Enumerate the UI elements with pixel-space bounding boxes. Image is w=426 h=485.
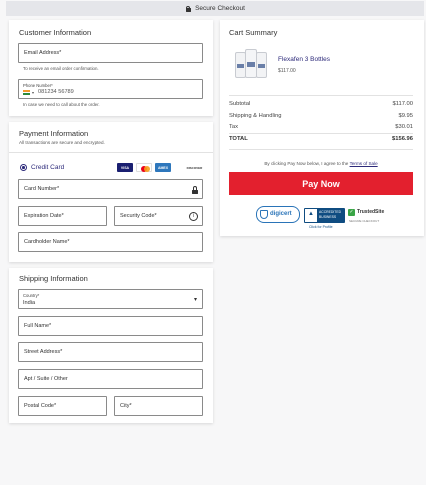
payment-info-title: Payment Information bbox=[19, 129, 89, 138]
product-image bbox=[231, 44, 271, 84]
phone-helper: In case we need to call about the order. bbox=[23, 102, 100, 107]
phone-placeholder: 081234 56789 bbox=[38, 89, 74, 95]
trustedsite-badge[interactable]: ✓ TrustedSite SECURE CHECKOUT bbox=[348, 209, 388, 224]
info-icon[interactable]: i bbox=[189, 212, 198, 221]
digicert-badge[interactable]: digicert bbox=[256, 206, 300, 223]
postal-code-label: Postal Code* bbox=[24, 403, 57, 409]
lock-icon bbox=[185, 5, 191, 12]
payment-info-subtitle: All transactions are secure and encrypte… bbox=[19, 140, 105, 145]
full-name-field[interactable]: Full Name* bbox=[18, 316, 203, 336]
credit-card-radio[interactable] bbox=[20, 164, 27, 171]
cart-summary-title: Cart Summary bbox=[229, 28, 278, 37]
street-address-field[interactable]: Street Address* bbox=[18, 342, 203, 362]
street-address-label: Street Address* bbox=[24, 349, 63, 355]
apt-suite-field[interactable]: Apt / Suite / Other bbox=[18, 369, 203, 389]
email-label: Email Address* bbox=[24, 50, 62, 56]
product-price: $117.00 bbox=[278, 68, 296, 74]
pay-now-button[interactable]: Pay Now bbox=[229, 172, 413, 195]
cardholder-name-label: Cardholder Name* bbox=[24, 239, 70, 245]
summary-divider-top bbox=[229, 95, 413, 96]
security-code-field[interactable]: Security Code* i bbox=[114, 206, 203, 226]
customer-info-title: Customer Information bbox=[19, 28, 92, 37]
country-select[interactable]: Country* India ▾ bbox=[18, 289, 203, 309]
bbb-logo-icon: ▲ bbox=[305, 209, 317, 222]
expiration-date-label: Expiration Date* bbox=[24, 213, 64, 219]
shipping-info-title: Shipping Information bbox=[19, 274, 88, 283]
terms-of-sale-link[interactable]: Terms of Sale bbox=[350, 161, 378, 166]
city-field[interactable]: City* bbox=[114, 396, 203, 416]
country-value: India bbox=[23, 300, 36, 306]
visa-icon: VISA bbox=[117, 163, 133, 172]
customer-info-card: Customer Information Email Address* To r… bbox=[9, 20, 213, 116]
phone-label: Phone Number* bbox=[23, 83, 53, 88]
discover-icon: DISCOVER bbox=[186, 163, 203, 172]
city-label: City* bbox=[120, 403, 132, 409]
summary-divider-total bbox=[229, 133, 413, 134]
mastercard-icon bbox=[136, 163, 152, 172]
email-helper: To receive an email order confirmation. bbox=[23, 66, 99, 71]
summary-divider-bottom bbox=[229, 149, 413, 150]
card-number-field[interactable]: Card Number* bbox=[18, 179, 203, 199]
security-code-label: Security Code* bbox=[120, 213, 157, 219]
cardholder-name-field[interactable]: Cardholder Name* bbox=[18, 232, 203, 252]
checkmark-icon: ✓ bbox=[348, 209, 355, 216]
secure-checkout-bar: Secure Checkout bbox=[6, 1, 424, 16]
shield-icon bbox=[260, 210, 268, 219]
full-name-label: Full Name* bbox=[24, 323, 52, 329]
email-field[interactable]: Email Address* bbox=[18, 43, 203, 63]
bbb-badge[interactable]: ▲ ACCREDITED BUSINESS bbox=[304, 208, 345, 223]
lock-icon bbox=[191, 186, 198, 194]
terms-text: By clicking Pay Now below, I agree to th… bbox=[264, 161, 378, 166]
postal-code-field[interactable]: Postal Code* bbox=[18, 396, 107, 416]
chevron-down-icon[interactable]: ▾ bbox=[194, 296, 197, 303]
credit-card-label[interactable]: Credit Card bbox=[31, 164, 64, 171]
payment-divider bbox=[9, 152, 213, 153]
secure-checkout-title: Secure Checkout bbox=[195, 5, 245, 12]
apt-suite-label: Apt / Suite / Other bbox=[24, 376, 68, 382]
india-flag-icon[interactable] bbox=[23, 90, 30, 95]
phone-field[interactable]: Phone Number* ▾ 081234 56789 bbox=[18, 79, 203, 99]
product-name: Flexafen 3 Bottles bbox=[278, 56, 331, 63]
chevron-down-icon[interactable]: ▾ bbox=[32, 90, 34, 95]
country-label: Country* bbox=[23, 293, 40, 298]
expiration-date-field[interactable]: Expiration Date* bbox=[18, 206, 107, 226]
bbb-click-profile[interactable]: Click for Profile bbox=[309, 225, 333, 229]
amex-icon: AMEX bbox=[155, 163, 171, 172]
card-number-label: Card Number* bbox=[24, 186, 60, 192]
